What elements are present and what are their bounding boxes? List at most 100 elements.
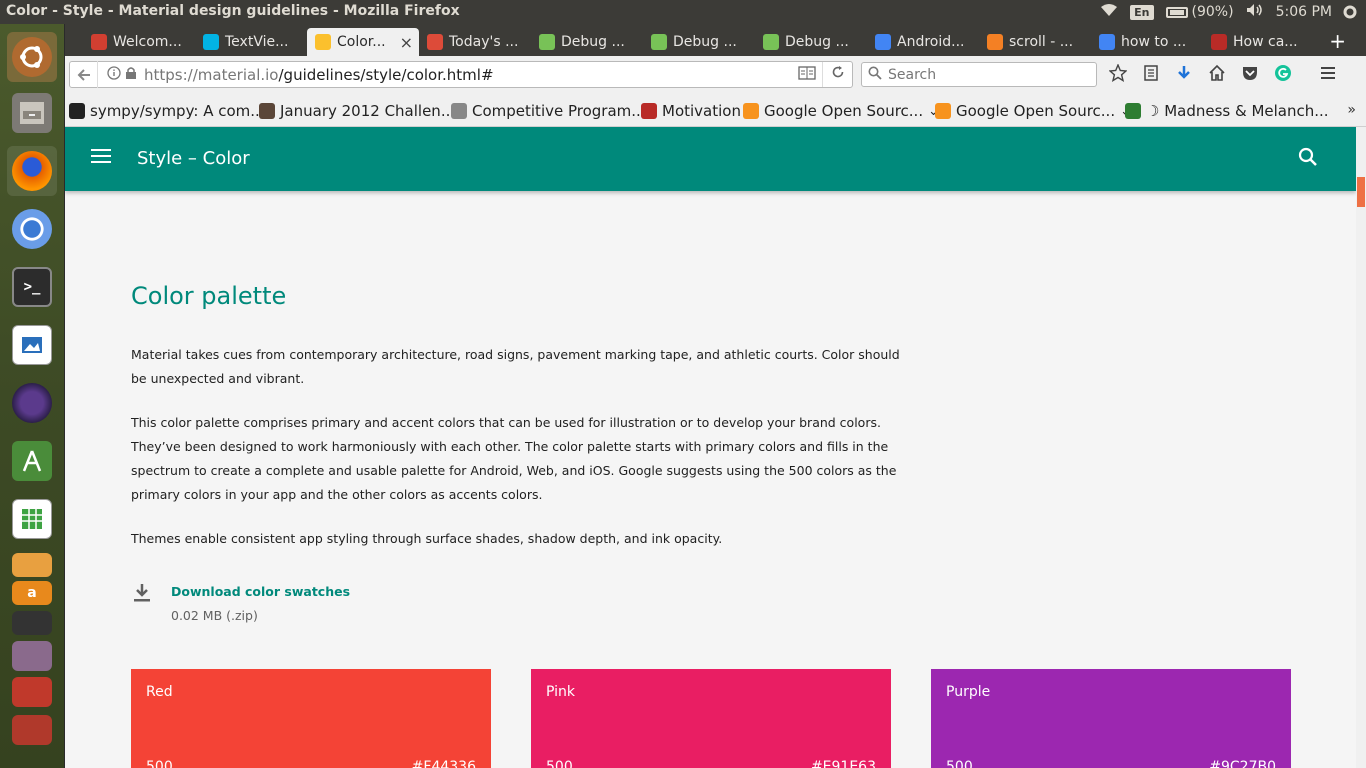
android-icon: [763, 34, 779, 50]
url-text[interactable]: https://material.io/guidelines/style/col…: [144, 66, 494, 84]
launcher-updater[interactable]: [7, 674, 57, 710]
page-scrollbar[interactable]: [1356, 127, 1366, 768]
tab-label: How ca...: [1233, 34, 1298, 50]
udacity-icon: [203, 34, 219, 50]
battery-indicator[interactable]: (90%): [1165, 4, 1234, 20]
bookmarks-menu-icon[interactable]: [1142, 64, 1160, 87]
clock[interactable]: 5:06 PM: [1276, 4, 1332, 20]
bookmark-item[interactable]: Google Open Sourc...⌄: [935, 102, 1131, 120]
browser-tab-strip: Welcom... TextVie... Color... × Today's ... D…: [65, 24, 1366, 56]
swatch-hex: #9C27B0: [1209, 759, 1276, 768]
home-icon[interactable]: [1208, 64, 1226, 87]
browser-tab[interactable]: Debug ...: [755, 28, 867, 56]
browser-tab[interactable]: Android...: [867, 28, 979, 56]
swatch-name: Purple: [946, 684, 991, 700]
tab-label: Today's ...: [449, 34, 519, 50]
launcher-terminal[interactable]: >_: [7, 262, 57, 312]
bookmark-label: January 2012 Challen...: [280, 102, 456, 120]
browser-tab[interactable]: Today's ...: [419, 28, 531, 56]
color-swatch-card[interactable]: Pink 500 #E91E63: [531, 669, 891, 768]
google-plus-icon: [427, 34, 443, 50]
material-icon: [315, 34, 331, 50]
color-swatch-card[interactable]: Purple 500 #9C27B0: [931, 669, 1291, 768]
battery-icon: [1165, 6, 1188, 18]
launcher-photos[interactable]: [7, 638, 57, 674]
lock-icon[interactable]: [124, 66, 138, 83]
bookmark-item[interactable]: Competitive Program...: [451, 102, 646, 120]
android-icon: [651, 34, 667, 50]
browser-tab[interactable]: Welcom...: [83, 28, 195, 56]
launcher-amazon[interactable]: a: [7, 578, 57, 608]
swatch-shade: 500: [146, 759, 173, 768]
launcher-calc[interactable]: [7, 494, 57, 544]
reader-view-icon[interactable]: [798, 65, 816, 84]
browser-tab[interactable]: how to ...: [1091, 28, 1203, 56]
swatch-name: Red: [146, 684, 173, 700]
launcher-files[interactable]: [7, 88, 57, 138]
launcher-libreoffice-draw[interactable]: [7, 320, 57, 370]
volume-icon[interactable]: [1246, 3, 1264, 21]
launcher-trash[interactable]: [7, 712, 57, 748]
bookmark-item[interactable]: January 2012 Challen...: [259, 102, 455, 120]
new-tab-button[interactable]: +: [1329, 29, 1346, 53]
download-icon[interactable]: [133, 583, 151, 607]
keyboard-layout-indicator[interactable]: En: [1130, 4, 1154, 20]
reload-icon[interactable]: [822, 62, 852, 87]
bookmark-item[interactable]: ☽ Madness & Melanch...: [1125, 102, 1329, 120]
browser-tab[interactable]: Debug ...: [531, 28, 643, 56]
chrome-icon: [875, 34, 891, 50]
wifi-icon[interactable]: [1100, 3, 1118, 21]
terminal-icon: >_: [12, 267, 52, 307]
network-icon: [12, 715, 52, 745]
bookmark-item[interactable]: Motivation: [641, 102, 741, 120]
settings-gear-icon[interactable]: [1342, 4, 1358, 24]
pocket-icon[interactable]: [1241, 64, 1259, 87]
search-icon: [868, 66, 882, 84]
hamburger-menu-icon[interactable]: [1319, 64, 1337, 87]
launcher-eclipse[interactable]: [7, 378, 57, 428]
bookmark-star-icon[interactable]: [1108, 63, 1128, 87]
launcher-impress[interactable]: [7, 550, 57, 580]
ubuntu-logo-icon: [12, 37, 52, 77]
launcher-dash[interactable]: [7, 32, 57, 82]
bookmark-item[interactable]: sympy/sympy: A com...: [69, 102, 265, 120]
bookmark-item[interactable]: Google Open Sourc...⌄: [743, 102, 939, 120]
download-swatches-link[interactable]: Download color swatches: [171, 584, 350, 599]
launcher-firefox[interactable]: [7, 146, 57, 196]
grammarly-icon[interactable]: [1274, 64, 1292, 87]
launcher-android-studio[interactable]: [7, 436, 57, 486]
swatch-name: Pink: [546, 684, 576, 700]
search-input[interactable]: Search: [861, 62, 1097, 87]
scrollbar-thumb[interactable]: [1357, 177, 1365, 207]
tab-label: Welcom...: [113, 34, 182, 50]
browser-tab[interactable]: TextVie...: [195, 28, 307, 56]
browser-tab[interactable]: How ca...: [1203, 28, 1315, 56]
download-arrow-icon[interactable]: [1175, 64, 1193, 87]
launcher-chromium[interactable]: [7, 204, 57, 254]
search-icon[interactable]: [1298, 147, 1318, 171]
google-icon: [1099, 34, 1115, 50]
swatch-hex: #F44336: [411, 759, 476, 768]
page-heading: Color palette: [131, 282, 287, 310]
github-icon: [69, 103, 85, 119]
menu-icon[interactable]: [91, 149, 111, 169]
android-icon: [539, 34, 555, 50]
stackoverflow-icon: [987, 34, 1003, 50]
browser-tab[interactable]: Color... ×: [307, 28, 419, 56]
themes-paragraph: Themes enable consistent app styling thr…: [131, 531, 723, 546]
search-placeholder: Search: [888, 66, 937, 83]
back-arrow-icon[interactable]: [70, 61, 98, 88]
launcher-video-editor[interactable]: [7, 608, 57, 638]
color-swatch-card[interactable]: Red 500 #F44336: [131, 669, 491, 768]
amazon-icon: a: [12, 581, 52, 605]
swatch-shade: 500: [546, 759, 573, 768]
browser-tab[interactable]: Debug ...: [643, 28, 755, 56]
tab-label: scroll - ...: [1009, 34, 1074, 50]
close-tab-icon[interactable]: ×: [400, 33, 413, 52]
info-icon[interactable]: [104, 65, 124, 84]
browser-tab[interactable]: scroll - ...: [979, 28, 1091, 56]
address-bar[interactable]: https://material.io/guidelines/style/col…: [69, 61, 853, 88]
bookmarks-overflow-icon[interactable]: »: [1347, 102, 1356, 118]
spreadsheet-icon: [12, 499, 52, 539]
download-file-size: 0.02 MB (.zip): [171, 608, 258, 623]
